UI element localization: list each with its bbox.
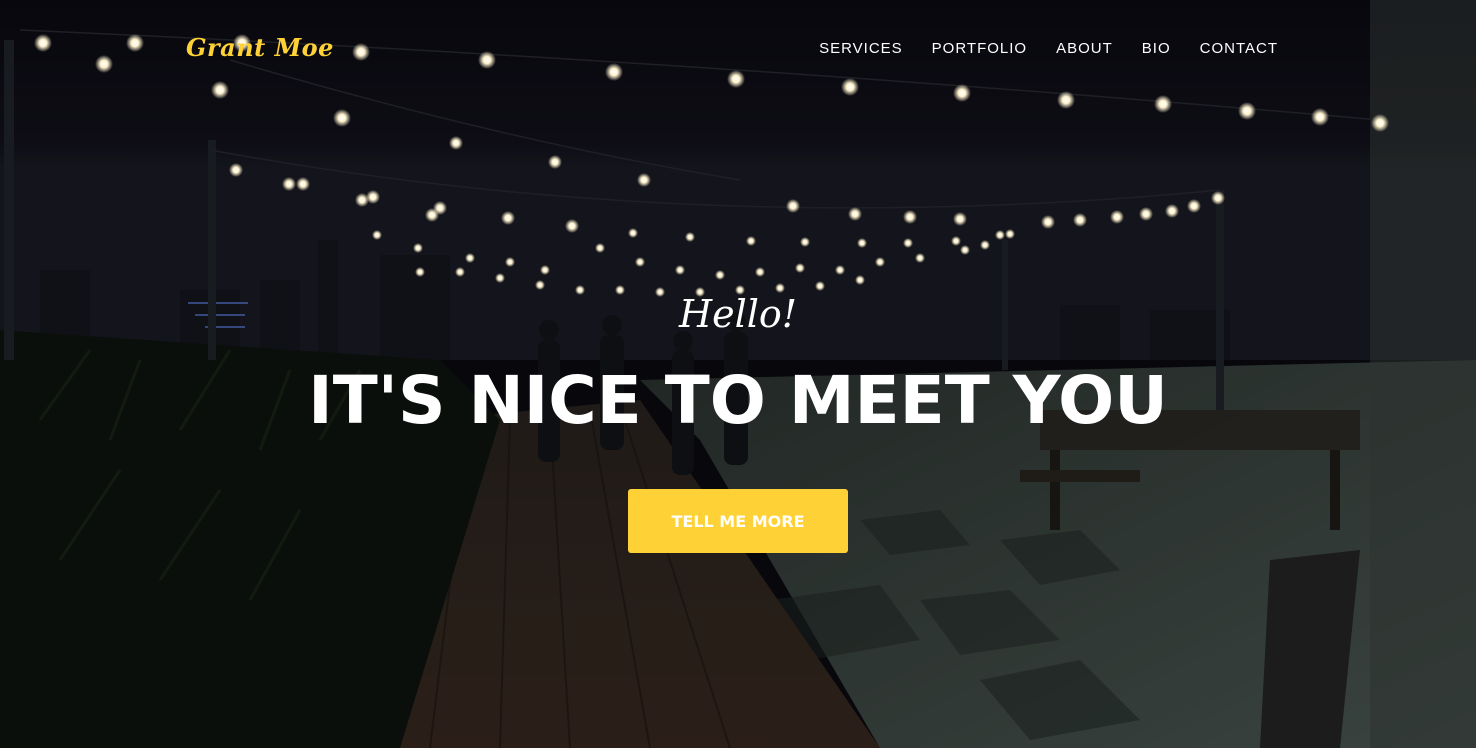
string-light-bulb (875, 257, 885, 267)
string-light-bulb (795, 263, 805, 273)
string-light-bulb (755, 267, 765, 277)
string-light-bulb (675, 265, 685, 275)
string-light-bulb (1311, 108, 1329, 126)
nav-link-services[interactable]: SERVICES (819, 40, 903, 57)
string-light-bulb (1238, 102, 1256, 120)
nav-link-about[interactable]: ABOUT (1056, 40, 1113, 57)
string-light-bulb (495, 273, 505, 283)
nav-link-portfolio[interactable]: PORTFOLIO (932, 40, 1027, 57)
intro-lead-in: Hello! (678, 292, 798, 336)
string-light-bulb (449, 136, 463, 150)
string-light-bulb (296, 177, 310, 191)
string-light-bulb (1371, 114, 1389, 132)
string-light-bulb (903, 238, 913, 248)
string-light-bulb (433, 201, 447, 215)
string-light-bulb (800, 237, 810, 247)
string-light-bulb (857, 238, 867, 248)
string-light-bulb (1211, 191, 1225, 205)
string-light-bulb (413, 243, 423, 253)
navbar: Grant Moe SERVICES PORTFOLIO ABOUT BIO C… (0, 0, 1476, 100)
string-light-bulb (565, 219, 579, 233)
string-light-bulb (505, 257, 515, 267)
string-light-bulb (953, 212, 967, 226)
string-light-bulb (1165, 204, 1179, 218)
nav-menu: SERVICES PORTFOLIO ABOUT BIO CONTACT (790, 40, 1278, 57)
tell-me-more-button[interactable]: TELL ME MORE (628, 489, 848, 553)
hero-section: Grant Moe SERVICES PORTFOLIO ABOUT BIO C… (0, 0, 1476, 748)
string-light-bulb (1041, 215, 1055, 229)
string-light-bulb (535, 280, 545, 290)
string-light-bulb (903, 210, 917, 224)
string-light-bulb (635, 257, 645, 267)
string-light-bulb (1073, 213, 1087, 227)
string-light-bulb (995, 230, 1005, 240)
string-light-bulb (848, 207, 862, 221)
string-light-bulb (548, 155, 562, 169)
nav-link-bio[interactable]: BIO (1142, 40, 1171, 57)
string-light-bulb (455, 267, 465, 277)
string-light-bulb (960, 245, 970, 255)
string-light-bulb (628, 228, 638, 238)
string-light-bulb (333, 109, 351, 127)
string-light-bulb (465, 253, 475, 263)
string-light-bulb (1110, 210, 1124, 224)
string-light-bulb (229, 163, 243, 177)
string-light-bulb (855, 275, 865, 285)
string-light-bulb (951, 236, 961, 246)
string-light-bulb (372, 230, 382, 240)
intro-heading: IT'S NICE TO MEET YOU (308, 362, 1168, 439)
string-light-bulb (980, 240, 990, 250)
string-light-bulb (746, 236, 756, 246)
string-light-bulb (835, 265, 845, 275)
string-light-bulb (715, 270, 725, 280)
string-light-bulb (685, 232, 695, 242)
string-light-bulb (1139, 207, 1153, 221)
string-light-bulb (637, 173, 651, 187)
string-light-bulb (915, 253, 925, 263)
string-light-bulb (415, 267, 425, 277)
string-light-bulb (595, 243, 605, 253)
string-light-bulb (1005, 229, 1015, 239)
string-light-bulb (366, 190, 380, 204)
string-light-bulb (282, 177, 296, 191)
string-light-bulb (815, 281, 825, 291)
string-light-bulb (1187, 199, 1201, 213)
brand-logo[interactable]: Grant Moe (186, 33, 334, 62)
string-light-bulb (540, 265, 550, 275)
string-light-bulb (786, 199, 800, 213)
nav-link-contact[interactable]: CONTACT (1200, 40, 1278, 57)
string-light-bulb (501, 211, 515, 225)
